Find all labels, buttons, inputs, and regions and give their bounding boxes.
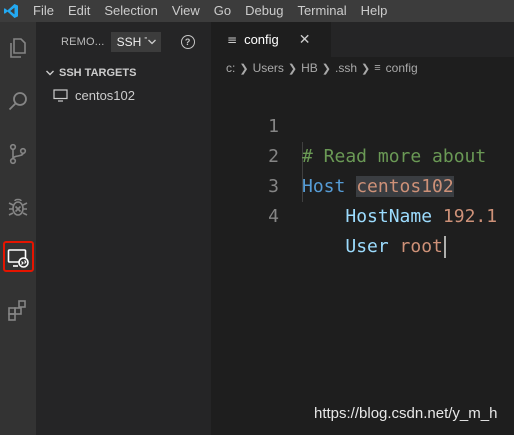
menu-bar: File Edit Selection View Go Debug Termin… xyxy=(0,0,514,22)
close-icon[interactable]: ✕ xyxy=(299,32,311,48)
tab-label: config xyxy=(244,32,279,47)
menu-debug[interactable]: Debug xyxy=(238,0,290,22)
breadcrumb-file[interactable]: config xyxy=(386,61,418,75)
ssh-targets-section-header[interactable]: SSH TARGETS xyxy=(36,62,211,84)
remote-type-select[interactable]: SSH T xyxy=(110,32,161,52)
value-token: root xyxy=(399,236,443,257)
files-icon xyxy=(10,38,26,58)
breadcrumb: c: ❯ Users ❯ HB ❯ .ssh ❯ ≡ config xyxy=(211,57,514,79)
sidebar-title: REMO... xyxy=(61,36,105,48)
debug-button[interactable] xyxy=(0,183,36,231)
source-control-icon xyxy=(9,143,27,165)
chevron-down-icon xyxy=(46,70,54,76)
chevron-right-icon: ❯ xyxy=(361,62,371,75)
activity-bar xyxy=(0,22,36,435)
editor-area: ≡ config ✕ c: ❯ Users ❯ HB ❯ .ssh ❯ ≡ co… xyxy=(211,22,514,435)
keyword-token: HostName xyxy=(345,206,443,227)
indent-token xyxy=(302,206,345,227)
ssh-target-item[interactable]: centos102 xyxy=(36,84,211,106)
code-line: 1 # Read more about xyxy=(211,82,514,167)
menu-edit[interactable]: Edit xyxy=(61,0,97,22)
line-content: HostName 192.1 xyxy=(302,202,497,232)
value-token: 192.1 xyxy=(442,206,498,227)
chevron-right-icon: ❯ xyxy=(287,62,298,75)
keyword-token: User xyxy=(345,236,400,257)
search-button[interactable] xyxy=(0,77,36,125)
code-line: 4 User root xyxy=(211,172,514,258)
breadcrumb-ssh[interactable]: .ssh xyxy=(335,61,357,75)
breadcrumb-drive[interactable]: c: xyxy=(226,61,235,75)
extensions-button[interactable] xyxy=(0,286,36,334)
indent-token xyxy=(302,236,345,257)
remote-explorer-sidebar: REMO... SSH T ? SSH TARGETS centos102 xyxy=(36,22,211,435)
code-editor[interactable]: 1 # Read more about 2 Host centos102 3 H… xyxy=(211,82,514,435)
watermark: https://blog.csdn.net/y_m_h xyxy=(314,405,498,422)
search-icon xyxy=(8,92,27,111)
help-icon[interactable]: ? xyxy=(180,35,195,49)
menu-view[interactable]: View xyxy=(165,0,207,22)
remote-explorer-highlight xyxy=(3,241,34,272)
ssh-target-label: centos102 xyxy=(75,87,135,103)
menu-terminal[interactable]: Terminal xyxy=(290,0,353,22)
code-line: 2 Host centos102 xyxy=(211,112,514,197)
chevron-right-icon: ❯ xyxy=(321,62,332,75)
file-lines-icon: ≡ xyxy=(227,32,238,47)
section-title: SSH TARGETS xyxy=(59,67,137,79)
breadcrumb-hb[interactable]: HB xyxy=(301,61,318,75)
source-control-button[interactable] xyxy=(0,130,36,178)
menu-help[interactable]: Help xyxy=(354,0,395,22)
menu-file[interactable]: File xyxy=(22,0,61,22)
chevron-right-icon: ❯ xyxy=(239,62,249,75)
menu-selection[interactable]: Selection xyxy=(97,0,164,22)
text-cursor xyxy=(443,236,446,258)
sidebar-header: REMO... SSH T ? xyxy=(36,22,211,62)
remote-type-value: SSH T xyxy=(116,35,147,49)
code-line: 3 HostName 192.1 xyxy=(211,142,514,227)
breadcrumb-users[interactable]: Users xyxy=(253,61,284,75)
vscode-logo-icon xyxy=(0,0,22,22)
debug-icon xyxy=(8,198,28,216)
chevron-down-icon xyxy=(147,39,156,45)
tab-bar: ≡ config ✕ xyxy=(211,22,514,57)
menu-go[interactable]: Go xyxy=(207,0,238,22)
explorer-button[interactable] xyxy=(0,24,36,72)
line-number: 4 xyxy=(268,206,279,227)
line-content: User root xyxy=(302,232,446,262)
tab-config[interactable]: ≡ config ✕ xyxy=(211,22,331,57)
file-lines-icon: ≡ xyxy=(374,62,381,74)
extensions-icon xyxy=(8,300,26,321)
monitor-icon xyxy=(53,88,68,102)
